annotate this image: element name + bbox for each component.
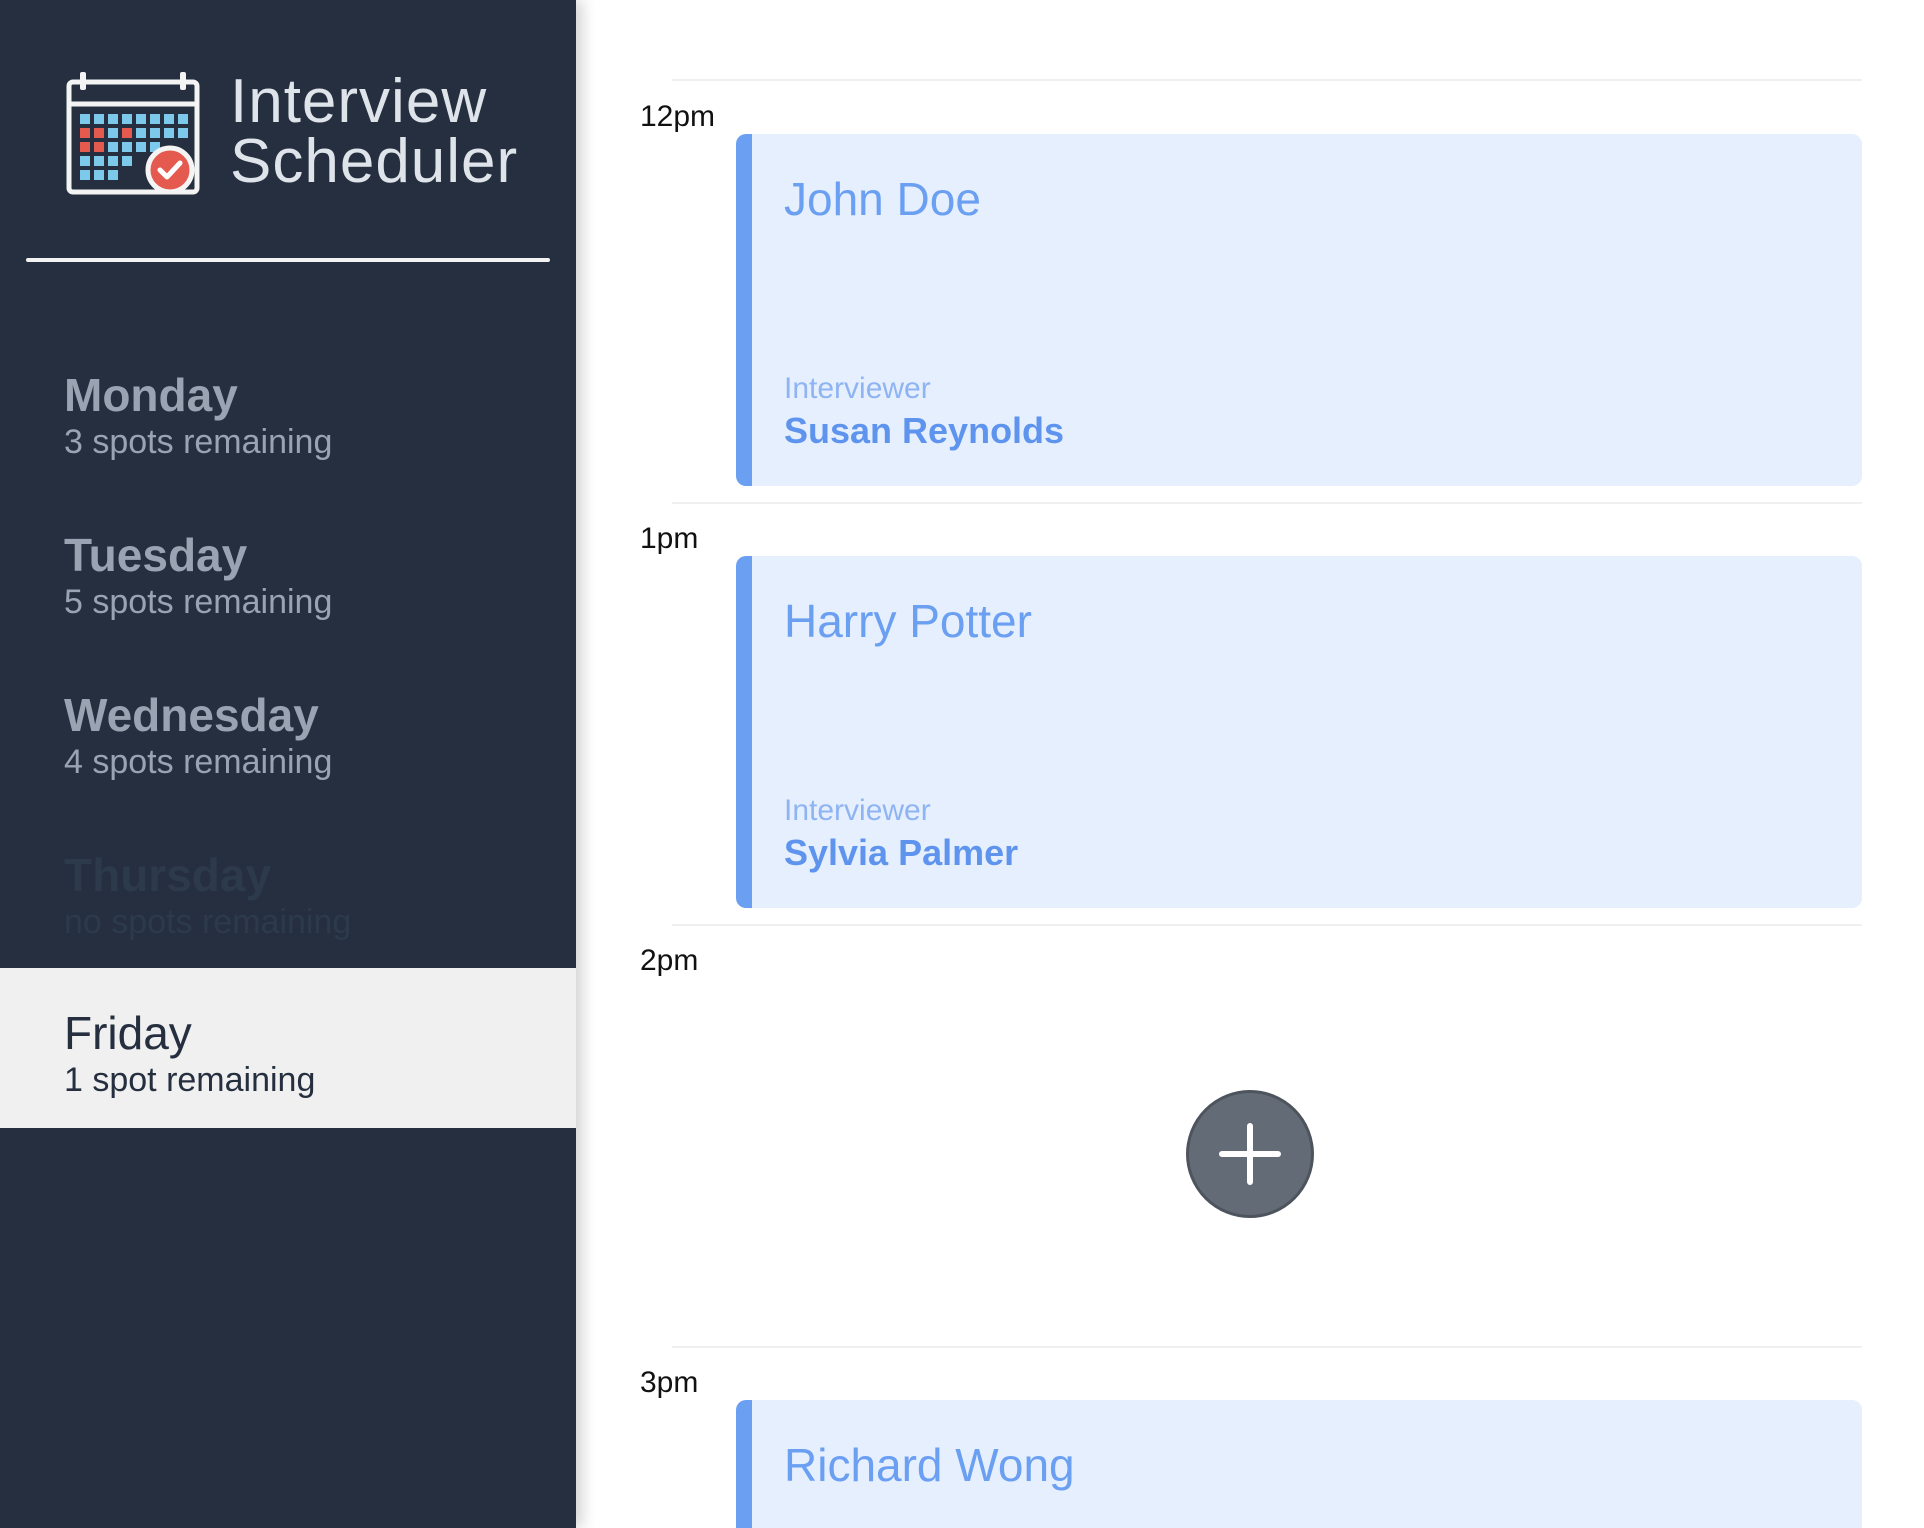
interviewer-name: Susan Reynolds bbox=[784, 410, 1065, 451]
app-title-line1: Interview bbox=[230, 67, 488, 136]
time-label: 3pm bbox=[640, 1366, 699, 1399]
student-name: Richard Wong bbox=[784, 1439, 1075, 1491]
app-title-line2: Scheduler bbox=[230, 127, 519, 196]
interviewer-name: Sylvia Palmer bbox=[784, 832, 1019, 873]
day-name: Tuesday bbox=[64, 529, 248, 581]
time-label: 2pm bbox=[640, 944, 699, 977]
appointment-card[interactable]: John Doe Interviewer Susan Reynolds bbox=[736, 134, 1862, 486]
interviewer-label: Interviewer bbox=[784, 794, 931, 827]
day-spots-remaining: 4 spots remaining bbox=[64, 743, 333, 781]
interviewer-label: Interviewer bbox=[784, 372, 931, 405]
day-spots-remaining: no spots remaining bbox=[64, 903, 352, 941]
time-divider bbox=[672, 924, 1862, 926]
student-name: John Doe bbox=[784, 173, 981, 225]
sidebar: Interview Scheduler Monday 3 spots remai… bbox=[0, 0, 576, 1528]
appointment-card[interactable]: Richard Wong bbox=[736, 1400, 1862, 1528]
time-label: 12pm bbox=[640, 100, 716, 133]
time-divider bbox=[672, 502, 1862, 504]
day-name: Friday bbox=[64, 1007, 192, 1059]
day-name: Wednesday bbox=[64, 689, 319, 741]
app-title: Interview Scheduler bbox=[230, 67, 519, 196]
day-spots-remaining: 1 spot remaining bbox=[64, 1061, 316, 1099]
day-name: Monday bbox=[64, 369, 238, 421]
calendar-check-icon bbox=[66, 72, 200, 195]
time-divider bbox=[672, 1346, 1862, 1348]
day-item-tuesday[interactable]: Tuesday 5 spots remaining bbox=[0, 490, 576, 650]
day-item-thursday[interactable]: Thursday no spots remaining bbox=[0, 810, 576, 970]
plus-icon bbox=[1219, 1123, 1281, 1185]
add-appointment-button[interactable] bbox=[1186, 1090, 1314, 1218]
time-divider bbox=[672, 79, 1862, 81]
time-label: 1pm bbox=[640, 522, 699, 555]
sidebar-divider bbox=[26, 258, 550, 262]
day-spots-remaining: 3 spots remaining bbox=[64, 423, 333, 461]
day-item-friday[interactable]: Friday 1 spot remaining bbox=[0, 968, 576, 1128]
student-name: Harry Potter bbox=[784, 595, 1032, 647]
day-item-wednesday[interactable]: Wednesday 4 spots remaining bbox=[0, 650, 576, 810]
day-spots-remaining: 5 spots remaining bbox=[64, 583, 333, 621]
day-item-monday[interactable]: Monday 3 spots remaining bbox=[0, 330, 576, 490]
day-name: Thursday bbox=[64, 849, 272, 901]
appointment-card[interactable]: Harry Potter Interviewer Sylvia Palmer bbox=[736, 556, 1862, 908]
